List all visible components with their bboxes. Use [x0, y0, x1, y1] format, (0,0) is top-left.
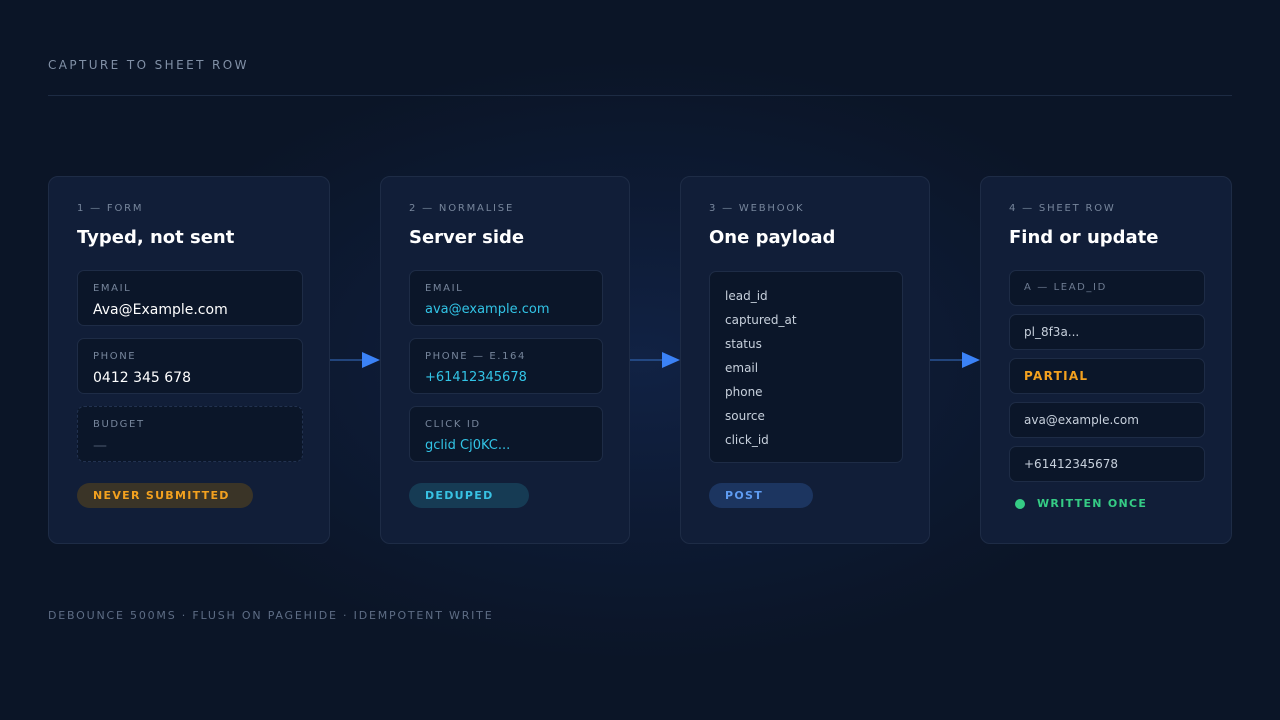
payload-key: status: [725, 337, 762, 351]
status-text: WRITTEN ONCE: [1037, 497, 1148, 510]
card-step-label: 1 — FORM: [77, 203, 144, 214]
card-step-label: 3 — WEBHOOK: [709, 203, 805, 214]
card-title: One payload: [709, 227, 836, 248]
card-webhook: 3 — WEBHOOK One payload lead_id captured…: [680, 176, 930, 544]
card-normalise: 2 — NORMALISE Server side EMAIL ava@exam…: [380, 176, 630, 544]
field-label: EMAIL: [425, 283, 464, 294]
post-badge: POST: [709, 483, 813, 508]
payload-key: click_id: [725, 433, 769, 447]
never-submitted-badge: NEVER SUBMITTED: [77, 483, 253, 508]
field-label: EMAIL: [93, 283, 132, 294]
field-label: CLICK ID: [425, 419, 481, 430]
card-step-label: 2 — NORMALISE: [409, 203, 515, 214]
email-field: EMAIL ava@example.com: [409, 270, 603, 326]
header-divider: [48, 95, 1232, 96]
card-title: Server side: [409, 227, 525, 248]
field-value: ava@example.com: [425, 302, 550, 317]
status-dot-icon: [1015, 499, 1025, 509]
field-value: 0412 345 678: [93, 370, 191, 386]
arrow-right-icon: [630, 352, 680, 368]
sheet-column-header: A — LEAD_ID: [1009, 270, 1205, 306]
card-title: Find or update: [1009, 227, 1159, 248]
arrow-right-icon: [330, 352, 380, 368]
field-value: gclid Cj0KC...: [425, 438, 511, 453]
sheet-cell-lead-id: pl_8f3a...: [1009, 314, 1205, 350]
phone-field: PHONE 0412 345 678: [77, 338, 303, 394]
field-value: +61412345678: [425, 370, 527, 385]
field-value: Ava@Example.com: [93, 302, 228, 318]
payload-key: captured_at: [725, 313, 797, 327]
budget-field: BUDGET —: [77, 406, 303, 462]
payload-key: source: [725, 409, 765, 423]
click-id-field: CLICK ID gclid Cj0KC...: [409, 406, 603, 462]
field-value: —: [93, 438, 107, 454]
sheet-cell-email: ava@example.com: [1009, 402, 1205, 438]
footer-note: DEBOUNCE 500MS · FLUSH ON PAGEHIDE · IDE…: [48, 609, 494, 622]
card-sheet-row: 4 — SHEET ROW Find or update A — LEAD_ID…: [980, 176, 1232, 544]
card-step-label: 4 — SHEET ROW: [1009, 203, 1116, 214]
field-label: PHONE — E.164: [425, 351, 526, 362]
sheet-cell-phone: +61412345678: [1009, 446, 1205, 482]
diagram-eyebrow-title: CAPTURE TO SHEET ROW: [48, 58, 249, 72]
arrow-right-icon: [930, 352, 980, 368]
field-label: PHONE: [93, 351, 137, 362]
card-title: Typed, not sent: [77, 227, 235, 248]
phone-field: PHONE — E.164 +61412345678: [409, 338, 603, 394]
field-label: BUDGET: [93, 419, 145, 430]
card-form: 1 — FORM Typed, not sent EMAIL Ava@Examp…: [48, 176, 330, 544]
payload-key: phone: [725, 385, 763, 399]
payload-key: lead_id: [725, 289, 768, 303]
payload-key: email: [725, 361, 759, 375]
email-field: EMAIL Ava@Example.com: [77, 270, 303, 326]
canvas: CAPTURE TO SHEET ROW 1 — FORM Typed, not…: [0, 0, 1280, 720]
deduped-badge: DEDUPED: [409, 483, 529, 508]
sheet-cell-status: PARTIAL: [1009, 358, 1205, 394]
payload-box: lead_id captured_at status email phone s…: [709, 271, 903, 463]
